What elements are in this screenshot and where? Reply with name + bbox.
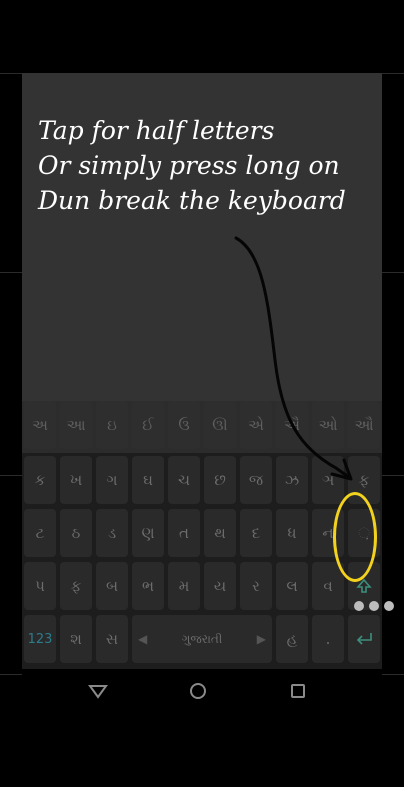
tip-line-2: Or simply press long on [38, 151, 340, 180]
key[interactable]: અ [24, 401, 56, 449]
key[interactable]: સ [96, 615, 128, 663]
key[interactable]: દ [240, 509, 272, 557]
key[interactable]: ટ [24, 509, 56, 557]
key[interactable]: ડ [96, 509, 128, 557]
key[interactable]: ખ [60, 456, 92, 504]
back-icon [88, 685, 108, 699]
key[interactable]: બ [96, 562, 128, 610]
key[interactable]: ફ [60, 562, 92, 610]
keyboard-row-vowels: અ આ ઇ ઈ ઉ ઊ એ ઐ ઓ ઔ [22, 401, 382, 453]
key[interactable]: ઞ [312, 456, 344, 504]
recents-button[interactable] [284, 677, 312, 705]
key[interactable]: ઠ [60, 509, 92, 557]
key[interactable]: છ [204, 456, 236, 504]
dot-icon [369, 601, 379, 611]
key[interactable]: ઘ [132, 456, 164, 504]
language-right-icon: ▶ [256, 632, 266, 646]
back-button[interactable] [84, 677, 112, 705]
key[interactable]: જ [240, 456, 272, 504]
android-nav-bar [22, 669, 382, 713]
key[interactable]: ઔ [348, 401, 380, 449]
key[interactable]: આ [60, 401, 92, 449]
tip-line-1: Tap for half letters [38, 116, 275, 145]
key[interactable]: ધ [276, 509, 308, 557]
key[interactable]: ચ [168, 456, 200, 504]
phone-frame: Tap for half letters Or simply press lon… [0, 0, 404, 787]
key[interactable]: ઈ [132, 401, 164, 449]
key[interactable]: ણ [132, 509, 164, 557]
spacebar-key[interactable]: ◀ ગુજરાતી ▶ [132, 615, 272, 663]
key[interactable]: ઐ [276, 401, 308, 449]
key[interactable]: શ [60, 615, 92, 663]
screen: Tap for half letters Or simply press lon… [22, 73, 382, 713]
key[interactable]: ઝ [276, 456, 308, 504]
key[interactable]: ઇ [96, 401, 128, 449]
gujarati-keyboard: અ આ ઇ ઈ ઉ ઊ એ ઐ ઓ ઔ ક ખ ગ ઘ ચ છ જ ઝ ઞ ફ … [22, 401, 382, 669]
key[interactable]: ક [24, 456, 56, 504]
home-icon [190, 683, 206, 699]
key[interactable]: થ [204, 509, 236, 557]
key[interactable]: ગ [96, 456, 128, 504]
period-key[interactable]: . [312, 615, 344, 663]
dot-icon [354, 601, 364, 611]
key[interactable]: ભ [132, 562, 164, 610]
language-left-icon: ◀ [138, 632, 148, 646]
key[interactable]: ઉ [168, 401, 200, 449]
recents-icon [291, 684, 305, 698]
key[interactable]: એ [240, 401, 272, 449]
key[interactable]: પ [24, 562, 56, 610]
keyboard-row-bottom: 123 શ સ ◀ ગુજરાતી ▶ હ . [22, 615, 382, 667]
key[interactable]: ઓ [312, 401, 344, 449]
enter-icon [356, 633, 372, 645]
dot-icon [384, 601, 394, 611]
home-button[interactable] [184, 677, 212, 705]
keyboard-row-2: ક ખ ગ ઘ ચ છ જ ઝ ઞ ફ [22, 456, 382, 508]
key[interactable]: મ [168, 562, 200, 610]
key[interactable]: ય [204, 562, 236, 610]
keyboard-row-3: ટ ઠ ડ ણ ત થ દ ધ ન ઼ [22, 509, 382, 561]
key[interactable]: ઊ [204, 401, 236, 449]
numbers-key[interactable]: 123 [24, 615, 56, 663]
tip-line-3: Dun break the keyboard [38, 186, 346, 215]
keyboard-row-4: પ ફ બ ભ મ ય ર લ વ [22, 562, 382, 614]
tutorial-overlay-text: Tap for half letters Or simply press lon… [38, 113, 346, 218]
key[interactable]: હ [276, 615, 308, 663]
half-letter-highlight-circle [333, 492, 377, 582]
more-options-icon[interactable] [354, 601, 394, 611]
key[interactable]: લ [276, 562, 308, 610]
enter-key[interactable] [348, 615, 380, 663]
spacebar-language-label: ગુજરાતી [181, 631, 223, 646]
key[interactable]: ર [240, 562, 272, 610]
key[interactable]: ત [168, 509, 200, 557]
